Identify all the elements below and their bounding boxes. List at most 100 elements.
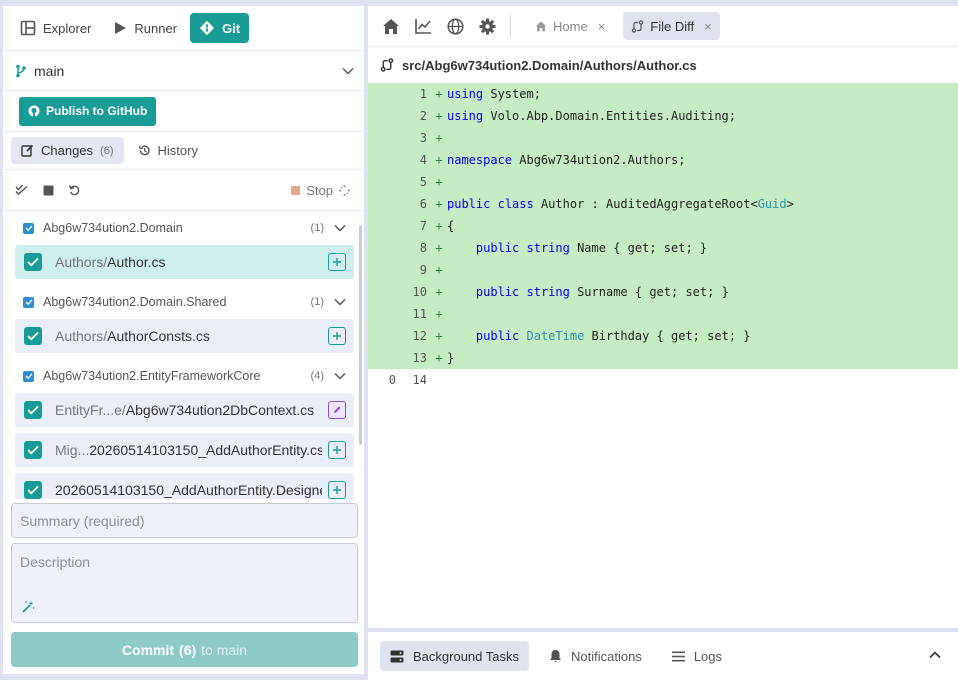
group-name: Abg6w734ution2.Domain	[43, 221, 183, 235]
file-checkbox[interactable]	[24, 441, 42, 459]
branch-selector[interactable]: main	[3, 51, 364, 91]
file-dir: EntityFr...e/	[55, 402, 126, 418]
stash-icon[interactable]	[43, 185, 54, 196]
group-count: (1)	[310, 222, 324, 234]
notifications-label: Notifications	[571, 648, 642, 664]
background-tasks-label: Background Tasks	[413, 648, 519, 664]
diff-line: 8 + public string Name { get; set; }	[368, 237, 958, 259]
play-icon	[113, 21, 127, 35]
file-name: Abg6w734ution2DbContext.cs	[125, 402, 315, 418]
list-item[interactable]: 20260514103150_AddAuthorEntity.Designer.…	[15, 473, 354, 499]
file-checkbox[interactable]	[24, 253, 42, 271]
github-icon	[28, 105, 40, 117]
group-efcore[interactable]: Abg6w734ution2.EntityFrameworkCore (4)	[15, 359, 354, 393]
group-name: Abg6w734ution2.EntityFrameworkCore	[43, 369, 261, 383]
group-checkbox[interactable]	[23, 370, 34, 382]
group-count: (1)	[310, 296, 324, 308]
close-icon[interactable]: ×	[704, 19, 712, 34]
file-name: Author.cs	[107, 254, 166, 270]
chart-icon[interactable]	[412, 15, 434, 37]
modified-badge-icon	[328, 401, 346, 419]
tab-home-label: Home	[553, 18, 588, 34]
tab-history-label: History	[157, 143, 198, 158]
diff-line: 13 +}	[368, 347, 958, 369]
server-icon	[390, 650, 404, 663]
list-item[interactable]: Authors/AuthorConsts.cs	[15, 319, 354, 353]
commit-label: Commit	[121, 641, 175, 658]
explorer-button[interactable]: Explorer	[11, 13, 100, 43]
commit-target: to main	[201, 641, 248, 658]
tab-changes-count: (6)	[100, 144, 114, 157]
group-domain[interactable]: Abg6w734ution2.Domain (1)	[15, 211, 354, 245]
group-domain-shared[interactable]: Abg6w734ution2.Domain.Shared (1)	[15, 285, 354, 319]
chevron-up-icon[interactable]	[924, 644, 946, 666]
publish-to-github-button[interactable]: Publish to GitHub	[19, 96, 157, 126]
group-name: Abg6w734ution2.Domain.Shared	[43, 295, 227, 309]
git-tabs: Changes (6) History	[3, 132, 364, 170]
changes-scrollbar[interactable]	[359, 225, 362, 445]
chevron-down-icon[interactable]	[334, 372, 346, 380]
publish-row: Publish to GitHub	[3, 91, 364, 132]
chevron-down-icon	[342, 67, 354, 75]
runner-button[interactable]: Runner	[104, 13, 186, 43]
tab-changes-label: Changes	[41, 143, 94, 158]
bottom-panel-bar: Background Tasks Notifications Logs	[368, 628, 958, 680]
runner-label: Runner	[134, 20, 178, 36]
file-checkbox[interactable]	[24, 481, 42, 499]
chevron-down-icon[interactable]	[334, 224, 346, 232]
file-checkbox[interactable]	[24, 327, 42, 345]
logs-label: Logs	[693, 648, 723, 664]
commit-button[interactable]: Commit (6) to main	[11, 632, 358, 667]
list-item[interactable]: Mig...20260514103150_AddAuthorEntity.cs	[15, 433, 354, 467]
tab-background-tasks[interactable]: Background Tasks	[380, 641, 529, 671]
tab-notifications[interactable]: Notifications	[539, 641, 652, 671]
diff-line: 1 + using System;	[368, 83, 958, 105]
list-item[interactable]: Authors/Author.cs	[15, 245, 354, 279]
tab-file-diff-label: File Diff	[650, 18, 695, 34]
git-button[interactable]: Git	[190, 13, 250, 43]
diff-line: 6 + public class Author : AuditedAggregate…	[368, 193, 958, 215]
gear-icon[interactable]	[476, 15, 498, 37]
group-checkbox[interactable]	[23, 296, 34, 308]
group-checkbox[interactable]	[23, 222, 34, 234]
editor-tabs: Home × File Diff ×	[368, 6, 958, 47]
chevron-down-icon[interactable]	[334, 298, 346, 306]
discard-icon[interactable]	[68, 184, 81, 197]
file-path: src/Abg6w734ution2.Domain/Authors/Author…	[402, 57, 697, 73]
file-dir: Mig...	[55, 442, 90, 458]
diff-line: 3 +	[368, 127, 958, 149]
git-label: Git	[222, 20, 241, 36]
tab-logs[interactable]: Logs	[662, 641, 732, 671]
file-checkbox[interactable]	[24, 401, 42, 419]
tab-changes[interactable]: Changes (6)	[11, 137, 124, 164]
editor-panel: Home × File Diff × src/Abg6w734ution2.Do…	[368, 6, 958, 680]
tab-history[interactable]: History	[128, 137, 208, 164]
diff-view: 1 + using System; 2 + using Volo.Abp.Domain.…	[368, 83, 958, 391]
tab-file-diff[interactable]: File Diff ×	[623, 12, 720, 40]
changes-toolbar: Stop	[3, 170, 364, 211]
diff-line: 7 +{	[368, 215, 958, 237]
magic-wand-icon[interactable]	[21, 600, 35, 614]
bell-icon	[549, 649, 562, 663]
close-icon[interactable]: ×	[598, 19, 606, 34]
description-input[interactable]: Description	[11, 543, 358, 623]
changes-list: Abg6w734ution2.Domain (1) Authors/Author…	[3, 211, 364, 499]
file-name: 20260514103150_AddAuthorEntity.cs	[89, 442, 322, 458]
summary-input[interactable]: Summary (required)	[11, 503, 358, 538]
edit-icon	[21, 144, 34, 157]
globe-icon[interactable]	[444, 15, 466, 37]
file-dir: Authors/	[55, 328, 108, 344]
explorer-icon	[20, 20, 36, 36]
stop-square-icon	[291, 185, 301, 195]
home-icon[interactable]	[380, 15, 402, 37]
explorer-label: Explorer	[43, 20, 92, 36]
top-nav: Explorer Runner Git	[3, 6, 364, 51]
list-item[interactable]: EntityFr...e/Abg6w734ution2DbContext.cs	[15, 393, 354, 427]
file-path-header: src/Abg6w734ution2.Domain/Authors/Author…	[368, 47, 958, 83]
tab-divider	[510, 15, 511, 37]
stop-button[interactable]: Stop	[291, 183, 350, 198]
tab-home[interactable]: Home ×	[527, 12, 613, 40]
branch-icon	[15, 64, 27, 78]
diff-line: 9 +	[368, 259, 958, 281]
check-all-icon[interactable]	[15, 184, 29, 196]
